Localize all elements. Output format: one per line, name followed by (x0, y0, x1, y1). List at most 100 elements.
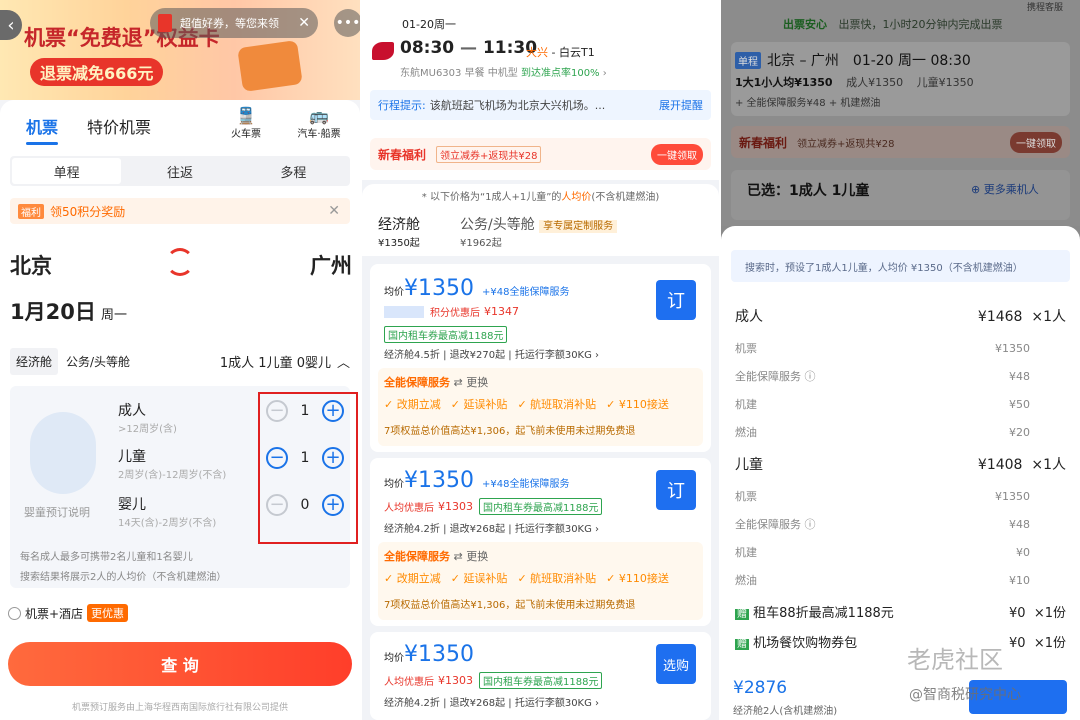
infant-note-link[interactable]: 婴童预订说明 (24, 504, 90, 520)
flight-date: 01-20周一 (402, 18, 456, 31)
offer-price-row: 均价 ¥1350 (384, 642, 474, 667)
flight-detail-panel: 01-20周一 08:30 — 11:30 大兴 - 白云T1 东航MU6303… (362, 0, 719, 720)
passenger-summary[interactable]: 1成人 1儿童 0婴儿 (220, 352, 331, 371)
infant-stepper[interactable]: − 0 + (266, 494, 344, 516)
more-passengers-label: 更多乘机人 (983, 183, 1039, 196)
claim-button[interactable]: 一键领取 (1010, 131, 1062, 153)
hotel-option[interactable]: 机票+酒店 更优惠 (8, 604, 129, 622)
gift-qty: ×1份 (1033, 636, 1066, 651)
depart-time: 08:30 (400, 38, 455, 58)
book-button[interactable]: 订 (656, 470, 696, 510)
breakdown-row: 全能保障服务 ⓘ ¥48 (735, 368, 1066, 384)
item-name: 机票 (735, 490, 757, 503)
avg-label: 均价 (384, 653, 404, 664)
trip-oneway[interactable]: 单程 (12, 158, 122, 184)
offer-details[interactable]: 经济舱4.2折 | 退改¥268起 | 托运行李额30KG › (384, 520, 599, 535)
package-box[interactable]: 全能保障服务 ⇄ 更换 ✓ 改期立减 ✓ 延误补贴 ✓ 航班取消补贴 ✓ ¥11… (378, 368, 703, 446)
offer-price: ¥1350 (404, 276, 474, 301)
chevron-up-icon[interactable]: ︿ (337, 352, 350, 371)
departure-city[interactable]: 北京 (10, 250, 52, 280)
back-icon[interactable]: ‹ (0, 10, 22, 40)
benefit-list: ✓ 改期立减 ✓ 延误补贴 ✓ 航班取消补贴 ✓ ¥110接送 (384, 572, 669, 585)
tab-train-label: 火车票 (231, 129, 261, 140)
passenger-selection: 已选：1成人 1儿童 ⊕ 更多乘机人 (731, 170, 1070, 220)
breakdown-row: 机票 ¥1350 (735, 488, 1066, 504)
item-name: 机建 (735, 546, 757, 559)
swap-icon[interactable] (166, 248, 194, 276)
hotel-badge: 更优惠 (87, 604, 129, 622)
minus-icon[interactable]: − (266, 400, 288, 422)
plus-icon[interactable]: + (321, 447, 344, 469)
gift-row: 赠 租车88折最高减1188元 ¥0 ×1份 (735, 602, 1066, 621)
radio-icon[interactable] (8, 606, 21, 620)
offer-price: ¥1350 (404, 642, 474, 667)
avg-label: 均价 (384, 479, 404, 490)
toast-text: 超值好券，等您来领 (180, 17, 279, 30)
trip-multi[interactable]: 多程 (237, 156, 350, 186)
adult-stepper[interactable]: − 1 + (266, 400, 344, 422)
close-icon[interactable]: ✕ (298, 15, 310, 31)
minus-icon[interactable]: − (266, 494, 288, 516)
tab-bus[interactable]: 🚌 汽车·船票 (292, 106, 346, 140)
cabin-tab-business[interactable]: 公务/头等舱 享专属定制服务 ¥1962起 (460, 214, 618, 249)
banner-subtitle: 退票减免666元 (30, 58, 164, 86)
package-change[interactable]: 更换 (466, 550, 488, 563)
tab-special[interactable]: 特价机票 (87, 114, 151, 138)
offer-details[interactable]: 经济舱4.5折 | 退改¥270起 | 托运行李额30KG › (384, 346, 599, 361)
total-note: 经济舱2人(含机建燃油) (733, 706, 838, 717)
item-name: 燃油 (735, 574, 757, 587)
cabin-price: ¥1350起 (378, 238, 420, 249)
info-icon[interactable]: ⓘ (805, 370, 816, 383)
cabin-tab-economy[interactable]: 经济舱 ¥1350起 (378, 214, 420, 249)
book-button[interactable]: 订 (656, 280, 696, 320)
passenger-type: 儿童 (118, 449, 146, 465)
cabin-economy[interactable]: 经济舱 (10, 347, 59, 375)
package-change[interactable]: 更换 (466, 376, 488, 389)
promo-banner[interactable]: ‹ 机票“免费退”权益卡 退票减免666元 超值好券，等您来领 ✕ ••• (0, 0, 360, 100)
watermark-handle: @智商税研究中心 (909, 687, 1021, 703)
minus-icon[interactable]: − (266, 447, 288, 469)
gift-icon (158, 14, 172, 32)
arrival-city[interactable]: 广州 (310, 250, 352, 280)
info-icon[interactable]: ⓘ (805, 518, 816, 531)
plus-icon[interactable]: + (321, 400, 344, 422)
promo-badge: 福利 (18, 203, 44, 219)
discount-label: 积分优惠后 (430, 308, 480, 319)
tab-train[interactable]: 🚆 火车票 (228, 106, 264, 140)
discount-label: 人均优惠后 (384, 503, 434, 514)
notice-bar[interactable]: 行程提示: 该航班起飞机场为北京大兴机场。... 展开提醒 (370, 90, 711, 120)
search-button[interactable]: 查 询 (8, 642, 352, 686)
customer-service[interactable]: 携程客服 (1027, 0, 1063, 13)
newyear-bar[interactable]: 新春福利 领立减券+返现共¥28 一键领取 (370, 138, 711, 170)
package-box[interactable]: 全能保障服务 ⇄ 更换 ✓ 改期立减 ✓ 延误补贴 ✓ 航班取消补贴 ✓ ¥11… (378, 542, 703, 620)
claim-button[interactable]: 一键领取 (651, 143, 703, 165)
close-icon[interactable]: ✕ (328, 203, 340, 219)
notice-expand[interactable]: 展开提醒 (659, 97, 703, 113)
more-icon[interactable]: ••• (334, 9, 360, 37)
trip-roundtrip[interactable]: 往返 (123, 156, 236, 186)
flight-header: 01-20周一 08:30 — 11:30 大兴 - 白云T1 东航MU6303… (362, 0, 719, 180)
airline-badge-icon (384, 305, 424, 318)
item-value: ¥1350 (995, 341, 1030, 355)
more-passengers[interactable]: ⊕ 更多乘机人 (971, 181, 1039, 197)
newyear-bar[interactable]: 新春福利 领立减券+返现共¥28 一键领取 (731, 126, 1070, 158)
car-coupon: 国内租车券最高减1188元 (384, 324, 508, 343)
child-stepper[interactable]: − 1 + (266, 447, 344, 469)
passenger-desc: >12周岁(含) (118, 424, 177, 435)
tab-flights[interactable]: 机票 (26, 114, 58, 138)
gift-value: ¥0 (1009, 636, 1026, 651)
date-picker[interactable]: 1月20日 周一 (10, 296, 127, 326)
cabin-row: 经济舱 公务/头等舱 1成人 1儿童 0婴儿 ︿ (10, 346, 350, 376)
plus-icon[interactable]: + (321, 494, 344, 516)
cabin-business[interactable]: 公务/头等舱 (66, 353, 130, 370)
extras: + 全能保障服务¥48 + 机建燃油 (735, 98, 881, 109)
package-title: 全能保障服务 (384, 376, 450, 389)
dimmed-background[interactable]: 出票安心 出票快，1小时20分钟内完成出票 携程客服 单程 北京 – 广州 01… (721, 0, 1080, 226)
flight-info[interactable]: 东航MU6303 早餐 中机型 到达准点率100% › (400, 64, 607, 79)
item-value: ¥20 (1009, 425, 1030, 439)
promo-bar[interactable]: 福利 领50积分奖励 ✕ (10, 198, 350, 224)
adult-price: 成人¥1350 (846, 76, 904, 89)
select-button[interactable]: 选购 (656, 644, 696, 684)
ontime-rate: 到达准点率100% (520, 68, 600, 79)
offer-details[interactable]: 经济舱4.2折 | 退改¥268起 | 托运行李额30KG › (384, 694, 599, 709)
